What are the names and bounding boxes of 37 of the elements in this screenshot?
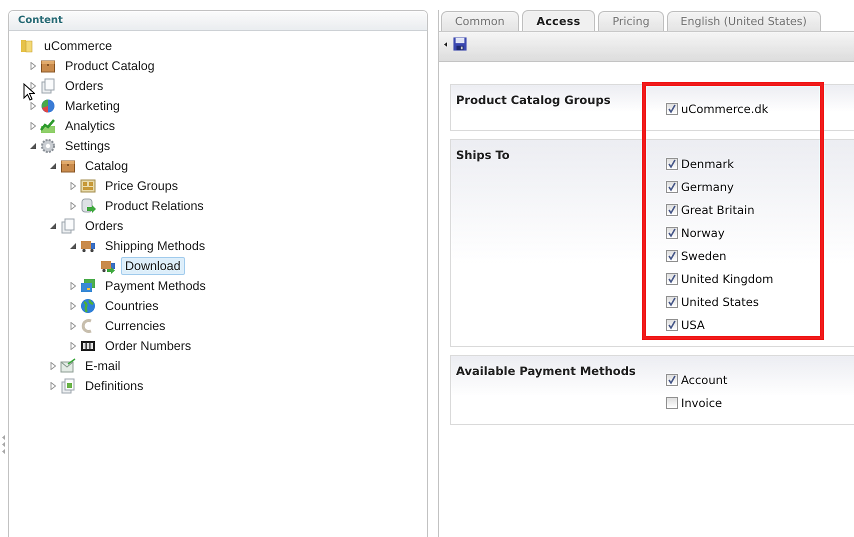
checkbox-label[interactable]: Denmark [681,157,734,171]
checkbox-label[interactable]: United Kingdom [681,272,774,286]
tree-item[interactable]: Currencies [101,317,170,335]
panel-title: Content [18,15,63,26]
tree-item[interactable]: Definitions [81,377,148,395]
section-label: Product Catalog Groups [456,93,612,109]
checkbox-label[interactable]: United States [681,295,759,309]
tree-item[interactable]: Countries [101,297,162,315]
checkbox-label[interactable]: Germany [681,180,734,194]
section-label: Ships To [456,148,511,164]
checkbox-label[interactable]: Sweden [681,249,726,263]
tree-item[interactable]: Analytics [61,117,120,135]
checkbox-label[interactable]: Account [681,373,728,387]
checkbox-label[interactable]: uCommerce.dk [681,102,768,116]
checkbox-label[interactable]: Invoice [681,396,722,410]
tree-item[interactable]: Product Catalog [61,57,159,75]
tree-item[interactable]: Orders [81,217,128,235]
tab[interactable]: English (United States) [666,11,821,31]
tree-item[interactable]: Download [121,257,185,275]
tree-item[interactable]: Product Relations [101,197,208,215]
tree-item[interactable]: Settings [61,137,114,155]
tree-item[interactable]: Payment Methods [101,277,210,295]
tab[interactable]: Access [522,10,596,31]
checkbox-label[interactable]: USA [681,318,705,332]
tab[interactable]: Pricing [598,11,664,31]
tree-item[interactable]: Marketing [61,97,124,115]
tree-item[interactable]: E-mail [81,357,124,375]
tree-item[interactable]: Price Groups [101,177,182,195]
tree-item[interactable]: Catalog [81,157,132,175]
checkbox-label[interactable]: Norway [681,226,725,240]
tab[interactable]: Common [441,11,519,31]
tree-item[interactable]: Shipping Methods [101,237,210,255]
tree-item[interactable]: Order Numbers [101,337,196,355]
checkbox-label[interactable]: Great Britain [681,203,755,217]
tree-item[interactable]: Orders [61,77,108,95]
tree-item[interactable]: uCommerce [40,37,116,55]
section-label: Available Payment Methods [456,364,637,380]
